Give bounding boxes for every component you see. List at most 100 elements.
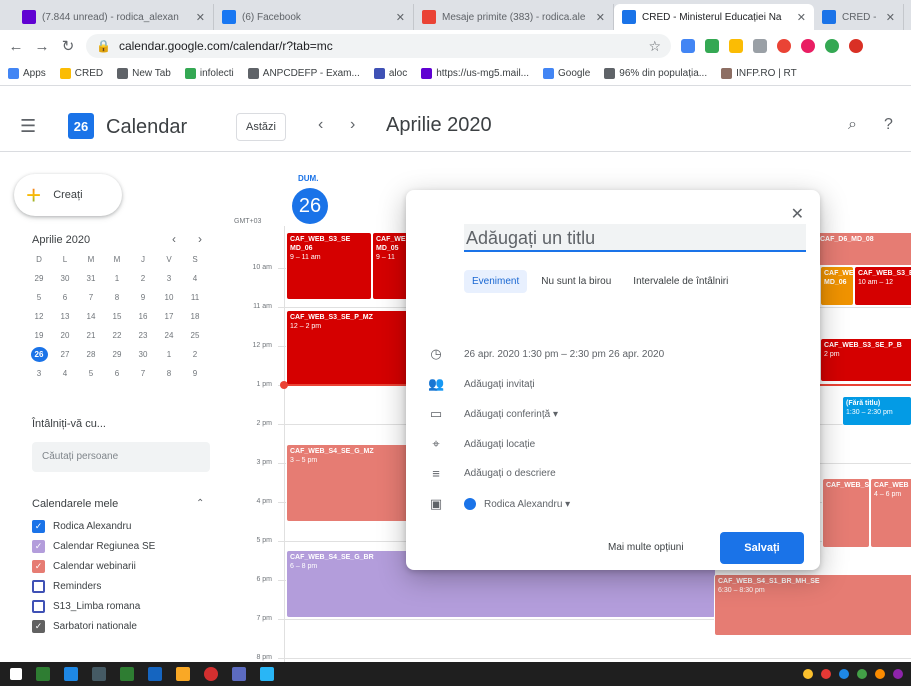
calendar-event[interactable]: CAF_WEB_S3_EX_P_BL 10 am – 12 bbox=[854, 266, 911, 306]
mini-day[interactable]: 3 bbox=[26, 366, 52, 381]
mini-prev-icon[interactable]: ‹ bbox=[172, 232, 176, 246]
mini-day[interactable]: 5 bbox=[78, 366, 104, 381]
close-tab-icon[interactable]: ✕ bbox=[396, 11, 405, 24]
mini-day[interactable]: 9 bbox=[182, 366, 208, 381]
extension-icon[interactable] bbox=[801, 39, 815, 53]
close-tab-icon[interactable]: ✕ bbox=[797, 11, 806, 24]
windows-start-icon[interactable] bbox=[10, 668, 22, 680]
mini-day[interactable]: 6 bbox=[104, 366, 130, 381]
bookmark-item[interactable]: Google bbox=[543, 68, 590, 79]
browser-tab[interactable]: (6) Facebook ✕ bbox=[214, 4, 414, 30]
calendar-checkbox[interactable] bbox=[32, 600, 45, 613]
mini-day[interactable]: 31 bbox=[78, 271, 104, 286]
mini-next-icon[interactable]: › bbox=[198, 232, 202, 246]
browser-tab[interactable]: (7.844 unread) - rodica_alexan ✕ bbox=[14, 4, 214, 30]
chrome-icon[interactable] bbox=[204, 667, 218, 681]
search-people-input[interactable]: Căutați persoane bbox=[32, 442, 210, 472]
taskbar-app-icon[interactable] bbox=[148, 667, 162, 681]
my-calendars-label[interactable]: Calendarele mele bbox=[32, 498, 118, 510]
excel-icon[interactable] bbox=[120, 667, 134, 681]
mini-day[interactable]: 28 bbox=[78, 347, 104, 362]
calendar-item[interactable]: S13_Limba romana bbox=[32, 600, 140, 613]
guests-text[interactable]: Adăugați invitați bbox=[464, 379, 535, 390]
bookmark-item[interactable]: https://us-mg5.mail... bbox=[421, 68, 529, 79]
tray-icon[interactable] bbox=[893, 669, 903, 679]
mini-day[interactable]: 8 bbox=[156, 366, 182, 381]
mini-day[interactable]: 30 bbox=[52, 271, 78, 286]
extension-icon[interactable] bbox=[705, 39, 719, 53]
close-tab-icon[interactable]: ✕ bbox=[196, 11, 205, 24]
day-header-number[interactable]: 26 bbox=[292, 188, 328, 224]
reload-icon[interactable]: ↻ bbox=[60, 37, 76, 55]
profile-icon[interactable] bbox=[849, 39, 863, 53]
tray-icon[interactable] bbox=[803, 669, 813, 679]
more-options-button[interactable]: Mai multe opțiuni bbox=[608, 542, 684, 553]
mini-day[interactable]: 6 bbox=[52, 290, 78, 305]
mini-day[interactable]: 11 bbox=[182, 290, 208, 305]
taskbar-app-icon[interactable] bbox=[92, 667, 106, 681]
mini-day[interactable]: 10 bbox=[156, 290, 182, 305]
mini-day[interactable]: 5 bbox=[26, 290, 52, 305]
mini-day[interactable]: 14 bbox=[78, 309, 104, 324]
tray-icon[interactable] bbox=[839, 669, 849, 679]
guests-row[interactable]: 👥 Adăugați invitați bbox=[428, 376, 535, 392]
datetime-row[interactable]: ◷ 26 apr. 2020 1:30 pm – 2:30 pm 26 apr.… bbox=[428, 346, 664, 362]
extension-icon[interactable] bbox=[729, 39, 743, 53]
calendar-item[interactable]: ✓ Calendar Regiunea SE bbox=[32, 540, 155, 553]
mini-day[interactable]: 1 bbox=[156, 347, 182, 362]
bookmark-item[interactable]: aloc bbox=[373, 68, 407, 79]
calendar-event[interactable]: CAF_D6_MD_08 bbox=[816, 232, 911, 266]
mini-day[interactable]: 7 bbox=[130, 366, 156, 381]
calendar-checkbox[interactable] bbox=[32, 580, 45, 593]
calendar-event[interactable]: CAF_WEB MD_06 bbox=[820, 266, 854, 306]
calendar-select-row[interactable]: ▣ Rodica Alexandru ▾ bbox=[428, 496, 570, 512]
calendar-select[interactable]: Rodica Alexandru ▾ bbox=[464, 498, 570, 510]
today-button[interactable]: Astăzi bbox=[236, 113, 286, 141]
tab-out-of-office[interactable]: Nu sunt la birou bbox=[533, 270, 619, 293]
chevron-up-icon[interactable]: ⌃ bbox=[196, 498, 204, 509]
close-tab-icon[interactable]: ✕ bbox=[886, 11, 895, 24]
mini-day[interactable]: 26 bbox=[30, 347, 48, 362]
mini-day[interactable]: 4 bbox=[52, 366, 78, 381]
mini-day[interactable]: 12 bbox=[26, 309, 52, 324]
mini-day[interactable]: 19 bbox=[26, 328, 52, 343]
calendar-checkbox[interactable]: ✓ bbox=[32, 560, 45, 573]
close-tab-icon[interactable]: ✕ bbox=[596, 11, 605, 24]
conference-text[interactable]: Adăugați conferință ▾ bbox=[464, 409, 558, 420]
mini-day[interactable]: 20 bbox=[52, 328, 78, 343]
mini-day[interactable]: 27 bbox=[52, 347, 78, 362]
calendar-item[interactable]: ✓ Calendar webinarii bbox=[32, 560, 136, 573]
mini-day[interactable]: 21 bbox=[78, 328, 104, 343]
tray-icon[interactable] bbox=[875, 669, 885, 679]
conference-row[interactable]: ▭ Adăugați conferință ▾ bbox=[428, 406, 558, 422]
calendar-checkbox[interactable]: ✓ bbox=[32, 540, 45, 553]
mini-day[interactable]: 23 bbox=[130, 328, 156, 343]
calendar-event[interactable]: CAF_WEB_S3_SE_P_B 2 pm bbox=[820, 338, 911, 382]
bookmark-item[interactable]: ANPCDEFP - Exam... bbox=[247, 68, 360, 79]
calendar-event[interactable]: CAF_WEB 4 – 6 pm bbox=[870, 478, 911, 548]
bookmark-star-icon[interactable]: ☆ bbox=[648, 38, 661, 55]
calendar-event[interactable]: CAF_WEB_S3_EX_S1_BR bbox=[822, 478, 870, 548]
mini-day[interactable]: 1 bbox=[104, 271, 130, 286]
tab-appointment-slots[interactable]: Intervalele de întâlniri bbox=[625, 270, 736, 293]
next-period-icon[interactable]: › bbox=[350, 116, 355, 134]
location-row[interactable]: ⌖ Adăugați locație bbox=[428, 436, 535, 452]
mini-day[interactable]: 18 bbox=[182, 309, 208, 324]
edge-icon[interactable] bbox=[64, 667, 78, 681]
tab-event[interactable]: Eveniment bbox=[464, 270, 528, 293]
save-button[interactable]: Salvați bbox=[720, 532, 804, 564]
help-icon[interactable]: ? bbox=[884, 116, 893, 134]
datetime-text[interactable]: 26 apr. 2020 1:30 pm – 2:30 pm 26 apr. 2… bbox=[464, 349, 664, 360]
mini-day[interactable]: 17 bbox=[156, 309, 182, 324]
calendar-event[interactable]: CAF_WEB_S3_SE MD_06 9 – 11 am bbox=[286, 232, 372, 300]
location-text[interactable]: Adăugați locație bbox=[464, 439, 535, 450]
extension-icon[interactable] bbox=[777, 39, 791, 53]
mini-day[interactable]: 9 bbox=[130, 290, 156, 305]
browser-tab[interactable]: CRED - ✕ bbox=[814, 4, 904, 30]
mini-day[interactable]: 15 bbox=[104, 309, 130, 324]
calendar-event[interactable]: CAF_WEB_S4_S1_BR_MH_SE 6:30 – 8:30 pm bbox=[714, 574, 911, 636]
mini-day[interactable]: 22 bbox=[104, 328, 130, 343]
bookmark-item[interactable]: Apps bbox=[8, 68, 46, 79]
calendar-checkbox[interactable]: ✓ bbox=[32, 620, 45, 633]
create-button[interactable]: + Creați bbox=[14, 174, 122, 216]
